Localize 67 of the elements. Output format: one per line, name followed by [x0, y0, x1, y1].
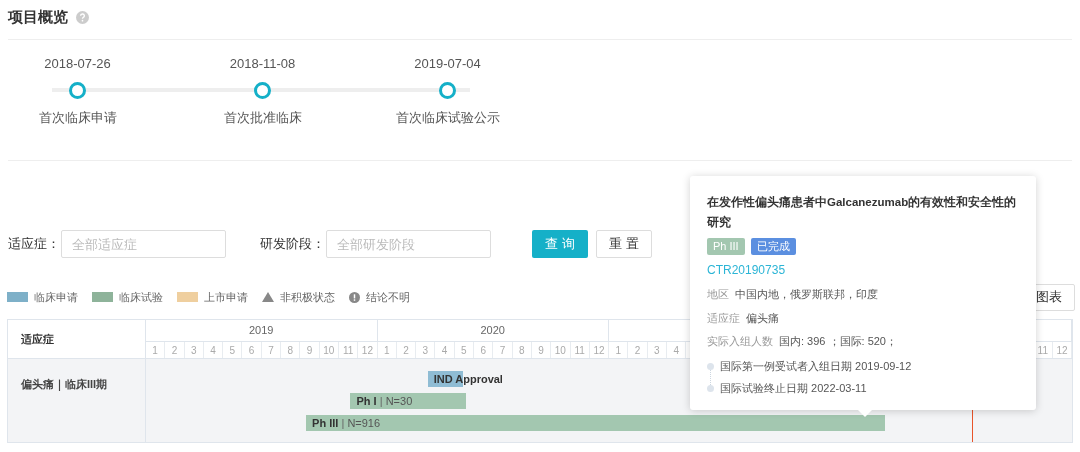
triangle-icon — [262, 292, 274, 302]
month-label: 3 — [422, 343, 429, 358]
month-label: 1 — [615, 343, 622, 358]
event-text: 国际第一例受试者入组日期 2019-09-12 — [720, 359, 912, 375]
field-value: 偏头痛 — [746, 310, 779, 326]
milestone-date: 2018-11-08 — [229, 55, 296, 73]
field-value: 中国内地，俄罗斯联邦，印度 — [735, 287, 878, 302]
month-label: 8 — [519, 343, 525, 358]
field-label: 实际入组人数 — [707, 334, 773, 349]
month-label: 11 — [1037, 343, 1048, 358]
event-text: 国际试验终止日期 2022-03-11 — [720, 381, 867, 397]
month-label: 5 — [229, 343, 236, 358]
month-label: 4 — [673, 343, 679, 358]
milestone-label: 首次临床申请 — [38, 109, 117, 127]
month-label: 8 — [287, 343, 293, 358]
filter-label: 研发阶段： — [260, 235, 325, 254]
filter-label: 适应症： — [8, 235, 60, 254]
filter-field[interactable]: 全部适应症 — [61, 230, 226, 258]
timeline-bar[interactable]: Ph III | N=916 — [306, 415, 886, 431]
month-label: 12 — [1056, 343, 1068, 358]
month-label: 3 — [190, 343, 197, 358]
month-label: 2 — [171, 343, 178, 358]
month-label: 9 — [306, 343, 313, 358]
month-label: 12 — [361, 343, 373, 358]
month-label: 9 — [538, 343, 544, 358]
legend-label: 非积极状态 — [280, 289, 335, 305]
milestone-label: 首次批准临床 — [223, 109, 302, 127]
milestone-date: 2019-07-04 — [414, 55, 481, 73]
tooltip-title: 在发作性偏头痛患者中Galcanezumab的有效性和安全性的研究 — [707, 194, 1018, 230]
month-label: 11 — [342, 343, 354, 358]
milestone-label: 首次临床试验公示 — [395, 109, 500, 127]
alert-icon — [349, 291, 360, 303]
year-label: 2019 — [249, 323, 274, 339]
month-label: 6 — [480, 343, 486, 358]
help-icon[interactable] — [76, 10, 89, 24]
field-value: 国内: 396 ；国际: 520； — [779, 334, 897, 349]
month-label: 6 — [248, 343, 255, 358]
month-label: 4 — [441, 343, 448, 358]
month-label: 11 — [574, 343, 585, 358]
month-label: 12 — [593, 343, 605, 358]
month-label: 1 — [383, 343, 390, 358]
column-header: 适应症 — [21, 331, 54, 347]
field-label: 地区 — [707, 287, 729, 302]
legend-label: 临床申请 — [34, 289, 78, 305]
month-label: 2 — [634, 343, 641, 358]
month-label: 3 — [654, 343, 660, 358]
legend-label: 结论不明 — [366, 289, 410, 305]
indication-label: 偏头痛｜临床III期 — [21, 378, 108, 390]
month-label: 10 — [323, 343, 335, 358]
timeline-bar[interactable]: IND Approval — [427, 371, 503, 387]
year-label: 2020 — [480, 323, 505, 339]
month-label: 7 — [268, 343, 274, 358]
month-label: 4 — [210, 343, 216, 358]
month-label: 5 — [461, 343, 467, 358]
month-label: 10 — [554, 343, 566, 358]
month-label: 2 — [403, 343, 409, 358]
month-label: 1 — [152, 343, 158, 358]
legend-label: 临床试验 — [119, 289, 163, 305]
field-label: 适应症 — [707, 310, 740, 326]
milestone-date: 2018-07-26 — [44, 55, 111, 73]
status-tag: 已完成 — [750, 238, 796, 255]
reset-button[interactable]: 重 置 — [596, 230, 652, 258]
legend-label: 上市申请 — [204, 289, 248, 305]
month-label: 7 — [499, 343, 506, 358]
timeline-bar[interactable]: Ph I | N=30 — [350, 393, 467, 409]
section-title: 项目概览 — [8, 6, 68, 27]
filter-field[interactable]: 全部研发阶段 — [326, 230, 491, 258]
